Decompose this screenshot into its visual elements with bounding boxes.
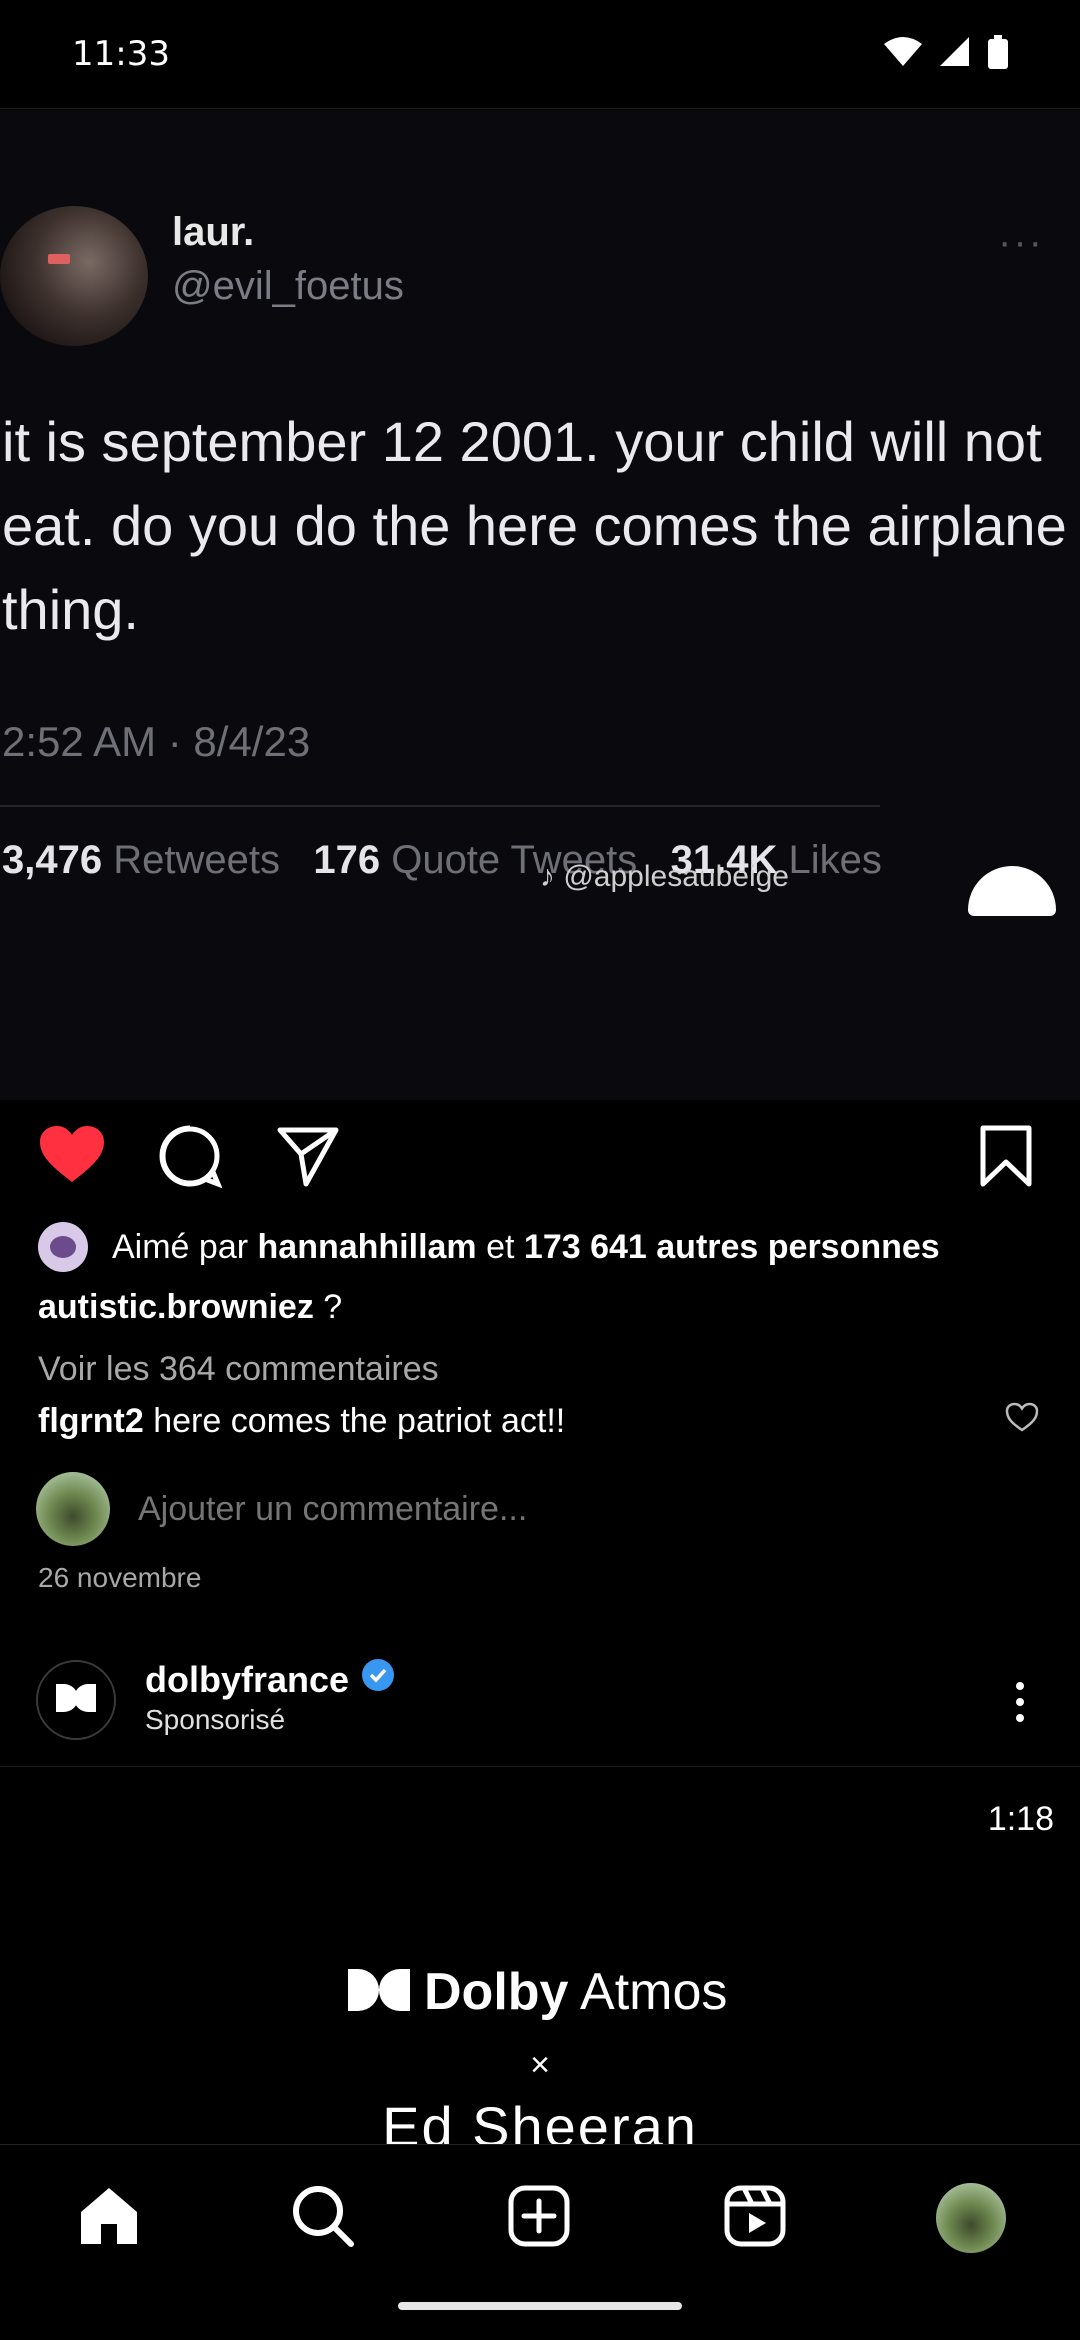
dolby-double-d-icon [348,1968,410,2016]
signal-icon [940,37,970,71]
heart-filled-icon[interactable] [38,1124,106,1189]
status-time: 11:33 [72,34,170,74]
bottom-nav [0,2144,1080,2340]
liker-avatar [38,1222,88,1272]
status-icons [884,35,1008,73]
liker-username[interactable]: hannahhillam [258,1228,477,1267]
white-shape [968,866,1056,916]
tweet-text: it is september 12 2001. your child will… [2,410,1067,641]
comment-username[interactable]: flgrnt2 [38,1402,144,1440]
search-icon [291,2184,355,2253]
my-avatar [36,1472,110,1546]
comment-icon[interactable] [158,1124,223,1193]
caption-username[interactable]: autistic.browniez [38,1288,314,1326]
likes-summary[interactable]: Aimé par hannahhillam et 173 641 autres … [38,1222,940,1272]
reels-icon [724,2185,786,2252]
more-options-icon[interactable] [1012,1680,1028,1729]
retweets-label: Retweets [113,838,280,882]
nav-home[interactable] [74,2183,144,2253]
home-indicator[interactable] [398,2302,682,2310]
nav-reels[interactable] [720,2183,790,2253]
profile-avatar [936,2183,1006,2253]
quotes-count: 176 [313,838,381,882]
add-comment-row [36,1472,836,1546]
dolby-atmos-logo: Dolby Atmos [348,1962,727,2022]
battery-icon [988,35,1008,73]
tweet-avatar [0,206,148,346]
tweet-handle: @evil_foetus [172,264,404,308]
caption-text: ? [323,1288,343,1326]
nav-profile[interactable] [936,2183,1006,2253]
post-action-bar [0,1120,1080,1200]
sponsor-avatar[interactable] [36,1660,116,1740]
create-icon [508,2185,570,2252]
post-media[interactable]: laur. @evil_foetus ··· it is september 1… [0,110,1080,1100]
wifi-icon [884,37,922,71]
nav-create[interactable] [504,2183,574,2253]
comment-like-icon[interactable] [1005,1402,1039,1437]
collab-times: × [530,2046,550,2084]
likes-connector: et [486,1227,515,1266]
verified-badge-icon [361,1658,395,1701]
comment-text: here comes the patriot act!! [153,1402,566,1440]
tweet-separator [0,805,880,807]
tiktok-icon: ♪ [540,860,555,893]
sponsor-name[interactable]: dolbyfrance [145,1658,395,1701]
likes-prefix: Aimé par [112,1227,249,1266]
status-bar: 11:33 [0,0,1080,108]
dolby-logo-icon [56,1683,96,1717]
tweet-more-icon: ··· [998,220,1044,264]
atmos-brand: Atmos [580,1963,728,2021]
sponsored-label: Sponsorisé [145,1704,286,1735]
post-date: 26 novembre [38,1562,202,1593]
share-icon[interactable] [276,1124,340,1193]
header-divider [0,108,1080,109]
dolby-brand: Dolby [424,1963,569,2021]
tweet-date: 2:52 AM · 8/4/23 [2,718,311,765]
top-comment: flgrnt2 here comes the patriot act!! [38,1402,565,1441]
sponsor-username[interactable]: dolbyfrance [145,1659,349,1701]
tiktok-watermark: ♪ @applesaubeige [540,860,789,894]
likes-label: Likes [788,838,882,882]
video-time: 1:18 [987,1800,1054,1838]
home-icon [77,2186,141,2251]
retweets-count: 3,476 [2,838,103,882]
tweet-name: laur. [172,210,255,254]
nav-search[interactable] [288,2183,358,2253]
view-comments-link[interactable]: Voir les 364 commentaires [38,1350,439,1389]
likes-others[interactable]: 173 641 autres personnes [524,1228,940,1267]
watermark-text: @applesaubeige [563,860,789,893]
bookmark-icon[interactable] [978,1124,1034,1193]
post-caption: autistic.browniez ? [38,1288,342,1327]
add-comment-input[interactable] [136,1488,836,1530]
sponsored-divider [0,1766,1080,1767]
